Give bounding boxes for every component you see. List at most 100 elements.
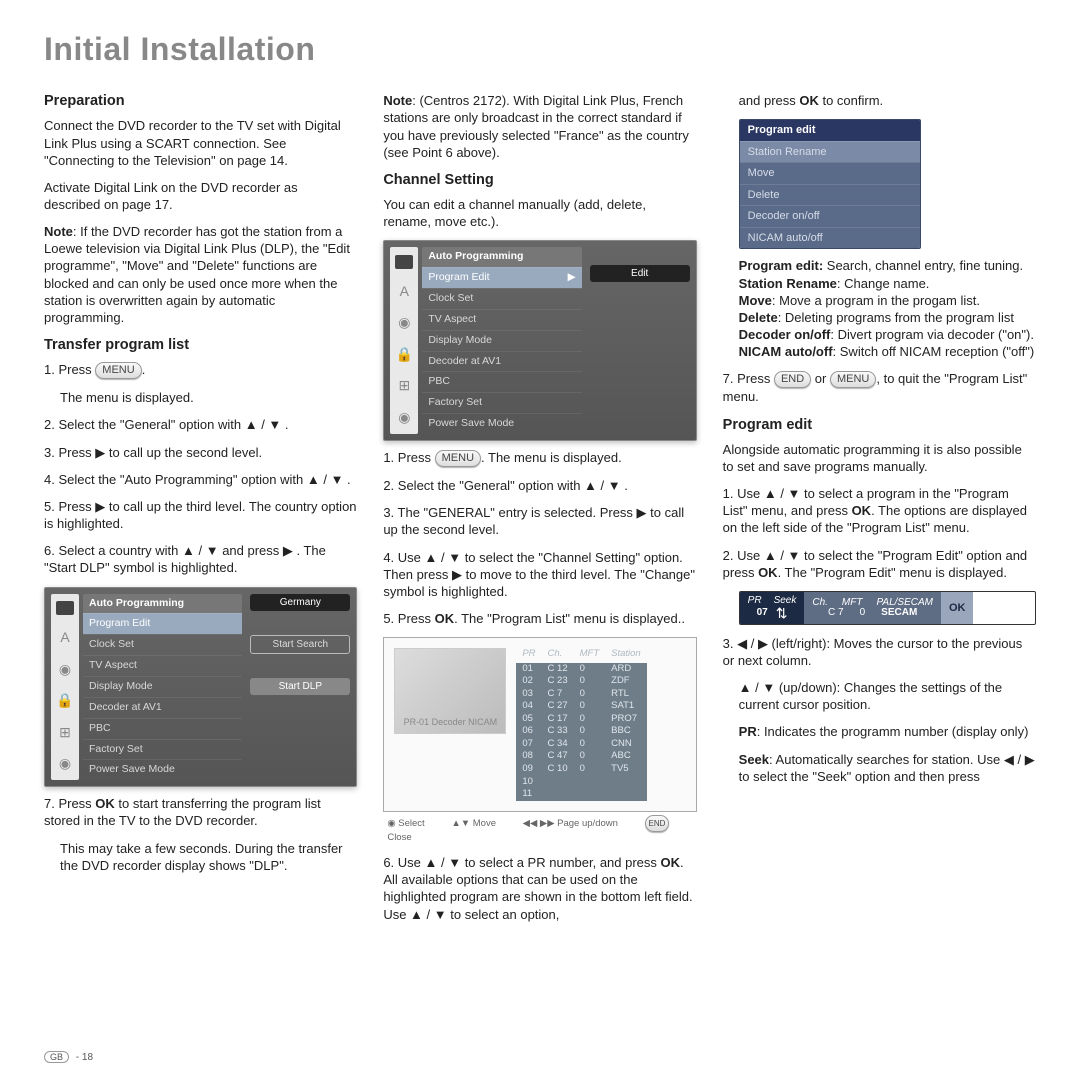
menu-item-power-save-2[interactable]: Power Save Mode	[422, 413, 581, 434]
menu-item-pbc[interactable]: PBC	[83, 718, 242, 739]
menu-button-icon: MENU	[435, 450, 481, 467]
tag-start-dlp[interactable]: Start DLP	[250, 678, 350, 695]
table-row[interactable]: 03C 70RTL	[516, 688, 646, 701]
tv-icon	[395, 255, 413, 269]
def-seek: Seek: Automatically searches for station…	[739, 751, 1036, 785]
menu-right-edit: Edit	[582, 247, 690, 434]
bar-ch-h: Ch.	[812, 598, 828, 608]
bar-std-v: SECAM	[881, 608, 917, 618]
bar-ok-button[interactable]: OK	[941, 592, 974, 624]
menu-item-tv-aspect-2[interactable]: TV Aspect	[422, 309, 581, 330]
column-1: Preparation Connect the DVD recorder to …	[44, 92, 357, 932]
language-icon: A	[400, 282, 409, 300]
option-delete[interactable]: Delete	[740, 184, 920, 206]
options-header: Program edit	[740, 120, 920, 141]
updown-icon[interactable]: ⇅	[776, 606, 788, 620]
menu-item-display-mode[interactable]: Display Mode	[83, 676, 242, 697]
preparation-heading: Preparation	[44, 92, 357, 111]
menu-item-factory-set-2[interactable]: Factory Set	[422, 392, 581, 413]
table-row[interactable]: 07C 340CNN	[516, 738, 646, 751]
menu-icon-column-2: A ◉ 🔒 ⊞ ◉	[390, 247, 418, 434]
tag-edit[interactable]: Edit	[590, 265, 690, 282]
note-dlp: Note: If the DVD recorder has got the st…	[44, 223, 357, 326]
step-5: 5. Press ▶ to call up the third level. T…	[44, 498, 357, 532]
table-row[interactable]: 10	[516, 776, 646, 789]
th-mft: MFT	[574, 648, 606, 663]
th-ch: Ch.	[542, 648, 574, 663]
def-pr: PR: Indicates the programm number (displ…	[739, 723, 1036, 740]
program-list-legend: ◉ Select ▲▼ Move ◀◀ ▶▶ Page up/down END …	[387, 815, 696, 845]
table-row[interactable]: 04C 270SAT1	[516, 700, 646, 713]
menu-right-tags: Germany Start Search Start DLP	[242, 594, 350, 781]
option-nicam[interactable]: NICAM auto/off	[740, 227, 920, 249]
legend-move: ▲▼ Move	[451, 818, 508, 829]
menu-item-decoder-2[interactable]: Decoder at AV1	[422, 351, 581, 372]
menu-item-display-mode-2[interactable]: Display Mode	[422, 330, 581, 351]
column-2: Note: (Centros 2172). With Digital Link …	[383, 92, 696, 932]
menu-item-clock-set[interactable]: Clock Set	[83, 634, 242, 655]
language-icon: A	[60, 628, 69, 646]
ok-label: OK	[435, 611, 455, 626]
disc-icon: ◉	[398, 313, 410, 331]
menu-item-power-save[interactable]: Power Save Mode	[83, 759, 242, 780]
menu-item-tv-aspect[interactable]: TV Aspect	[83, 655, 242, 676]
step-6: 6. Select a country with ▲ / ▼ and press…	[44, 542, 357, 576]
page-number: - 18	[76, 1052, 93, 1063]
cs-step-3: 3. The "GENERAL" entry is selected. Pres…	[383, 504, 696, 538]
tag-country[interactable]: Germany	[250, 594, 350, 611]
menu-item-pbc-2[interactable]: PBC	[422, 371, 581, 392]
menu-item-decoder[interactable]: Decoder at AV1	[83, 697, 242, 718]
menu-button-icon: MENU	[830, 371, 876, 388]
program-edit-options: Program edit Station Rename Move Delete …	[739, 119, 921, 249]
step-7: 7. Press OK to start transferring the pr…	[44, 795, 357, 829]
table-row[interactable]: 09C 100TV5	[516, 763, 646, 776]
table-row[interactable]: 01C 120ARD	[516, 663, 646, 676]
note-text: : If the DVD recorder has got the statio…	[44, 224, 350, 325]
defs: Program edit: Search, channel entry, fin…	[739, 257, 1036, 360]
option-move[interactable]: Move	[740, 162, 920, 184]
cs-step-4: 4. Use ▲ / ▼ to select the "Channel Sett…	[383, 549, 696, 600]
note-label: Note	[44, 224, 73, 239]
page-title: Initial Installation	[44, 28, 1036, 70]
channel-setting-heading: Channel Setting	[383, 171, 696, 190]
continue-text: and press OK to confirm.	[739, 92, 1036, 109]
th-pr: PR	[516, 648, 541, 663]
table-row[interactable]: 05C 170PRO7	[516, 713, 646, 726]
cs-step-1: 1. Press MENU. The menu is displayed.	[383, 449, 696, 467]
region-badge: GB	[44, 1051, 69, 1063]
note-label-2: Note	[383, 93, 412, 108]
pe-step-3b: ▲ / ▼ (up/down): Changes the settings of…	[739, 679, 1036, 713]
note-text-2: : (Centros 2172). With Digital Link Plus…	[383, 93, 689, 159]
step-2: 2. Select the "General" option with ▲ / …	[44, 416, 357, 433]
table-row[interactable]: 08C 470ABC	[516, 750, 646, 763]
prep-text-1: Connect the DVD recorder to the TV set w…	[44, 117, 357, 168]
option-decoder[interactable]: Decoder on/off	[740, 205, 920, 227]
menu-item-program-edit-2[interactable]: Program Edit ▶	[422, 267, 581, 288]
bar-mft-v: 0	[860, 608, 866, 618]
film-icon: ⊞	[59, 723, 71, 741]
program-edit-heading: Program edit	[723, 416, 1036, 435]
ok-label: OK	[661, 855, 681, 870]
page-footer: GB - 18	[44, 1051, 93, 1064]
bar-pr-v: 07	[757, 608, 768, 618]
menu-item-factory-set[interactable]: Factory Set	[83, 739, 242, 760]
table-row[interactable]: 06C 330BBC	[516, 725, 646, 738]
pe-step-2: 2. Use ▲ / ▼ to select the "Program Edit…	[723, 547, 1036, 581]
menu-item-clock-set-2[interactable]: Clock Set	[422, 288, 581, 309]
tag-start-search[interactable]: Start Search	[250, 635, 350, 654]
record-icon: ◉	[398, 408, 410, 426]
column-3: and press OK to confirm. Program edit St…	[723, 92, 1036, 932]
program-edit-intro: Alongside automatic programming it is al…	[723, 441, 1036, 475]
menu-item-program-edit[interactable]: Program Edit	[83, 613, 242, 634]
tv-icon	[56, 601, 74, 615]
step-7-col3: 7. Press END or MENU, to quit the "Progr…	[723, 370, 1036, 405]
step-4: 4. Select the "Auto Programming" option …	[44, 471, 357, 488]
table-row[interactable]: 02C 230ZDF	[516, 675, 646, 688]
option-station-rename[interactable]: Station Rename	[740, 141, 920, 163]
ok-label: OK	[758, 565, 778, 580]
menu-item-list-2: Auto Programming Program Edit ▶ Clock Se…	[422, 247, 581, 434]
table-row[interactable]: 11	[516, 788, 646, 801]
table-header-row: PR Ch. MFT Station	[516, 648, 646, 663]
bar-pr-h: PR	[748, 596, 762, 606]
cs-step-2: 2. Select the "General" option with ▲ / …	[383, 477, 696, 494]
